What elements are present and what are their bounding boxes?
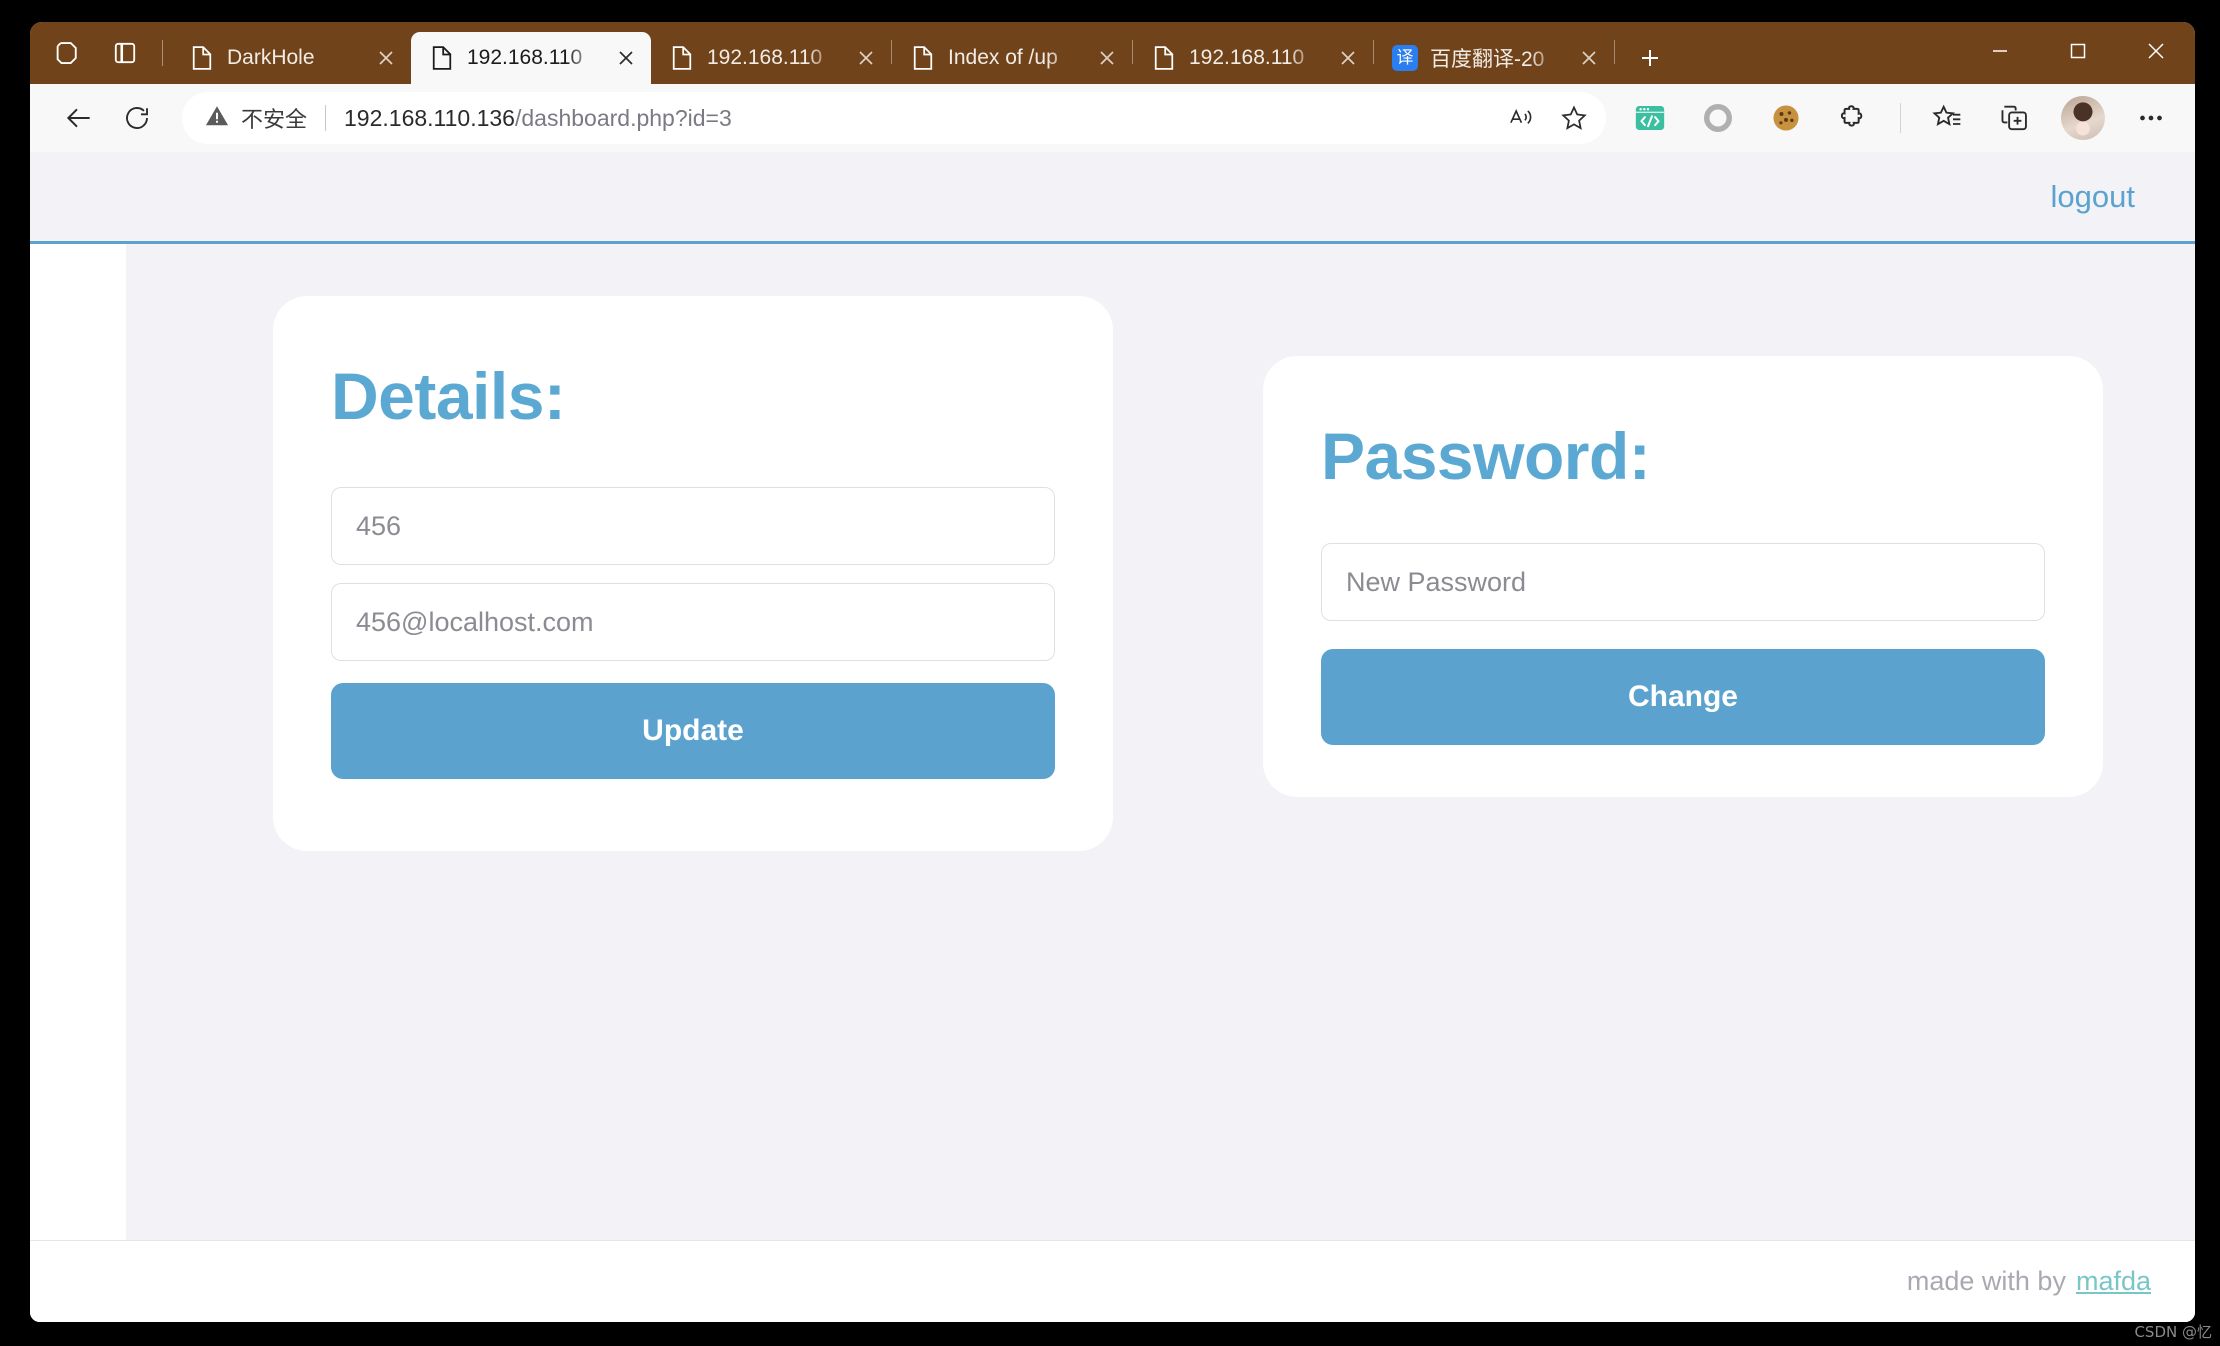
new-tab-button[interactable]: [1627, 36, 1673, 80]
close-icon[interactable]: [371, 43, 401, 73]
star-outline-icon[interactable]: [1548, 92, 1600, 144]
tab-title: 百度翻译-20: [1430, 48, 1545, 71]
page-icon: [910, 44, 936, 72]
page-viewport: logout Details: 456 456@localhost.com Up…: [30, 152, 2195, 1322]
security-chip[interactable]: 不安全: [204, 102, 307, 134]
email-input[interactable]: 456@localhost.com: [331, 583, 1055, 662]
page-icon: [669, 44, 695, 72]
close-icon[interactable]: [611, 43, 641, 73]
tab-list-icon[interactable]: [96, 24, 154, 82]
url-text[interactable]: 192.168.110.136/dashboard.php?id=3: [344, 105, 1496, 132]
circle-extension-icon[interactable]: [1692, 92, 1744, 144]
password-card: Password: New Password Change: [1263, 356, 2103, 798]
url-path: /dashboard.php?id=3: [514, 104, 732, 131]
tab-strip: DarkHole 192.168.110 192.168.110 Index o…: [30, 22, 2195, 84]
url-host: 192.168.110.136: [344, 104, 515, 131]
back-arrow-icon[interactable]: [52, 91, 106, 145]
page-content: logout Details: 456 456@localhost.com Up…: [30, 152, 2195, 1322]
close-icon[interactable]: [1574, 43, 1604, 73]
browser-tab[interactable]: Index of /up: [892, 32, 1132, 84]
password-title: Password:: [1321, 419, 1651, 493]
browser-tab[interactable]: 192.168.110: [1133, 32, 1373, 84]
address-bar[interactable]: 不安全 192.168.110.136/dashboard.php?id=3: [182, 92, 1606, 144]
more-options-icon[interactable]: [2125, 92, 2177, 144]
puzzle-extensions-icon[interactable]: [1828, 92, 1880, 144]
browser-tab[interactable]: 192.168.110: [651, 32, 891, 84]
update-button[interactable]: Update: [331, 683, 1055, 780]
page-icon: [429, 44, 455, 72]
close-icon[interactable]: [2117, 22, 2195, 80]
logout-link[interactable]: logout: [2051, 179, 2135, 215]
tab-title: 192.168.110: [707, 46, 823, 69]
browser-tab[interactable]: DarkHole: [171, 32, 411, 84]
cookie-extension-icon[interactable]: [1760, 92, 1812, 144]
toolbar-divider: [1900, 103, 1901, 133]
read-aloud-icon[interactable]: [1496, 92, 1548, 144]
minimize-icon[interactable]: [1961, 22, 2039, 80]
tab-title: 192.168.110: [467, 46, 583, 69]
browser-tab[interactable]: 译 百度翻译-20: [1374, 32, 1614, 84]
tab-strip-divider: [162, 40, 163, 66]
browser-tab-active[interactable]: 192.168.110: [411, 32, 651, 84]
window-controls: [1961, 22, 2195, 80]
tab-title: 192.168.110: [1189, 46, 1305, 69]
close-icon[interactable]: [1092, 43, 1122, 73]
profile-avatar[interactable]: [2061, 96, 2105, 140]
site-footer: made with by mafda: [30, 1240, 2195, 1322]
favorites-list-icon[interactable]: [1921, 92, 1973, 144]
add-to-collections-icon[interactable]: [1989, 92, 2041, 144]
details-title: Details:: [331, 359, 566, 433]
page-icon: [1151, 44, 1177, 72]
browser-toolbar: 不安全 192.168.110.136/dashboard.php?id=3: [30, 84, 2195, 152]
details-card: Details: 456 456@localhost.com Update: [273, 296, 1113, 852]
tab-divider: [1614, 40, 1615, 64]
maximize-icon[interactable]: [2039, 22, 2117, 80]
site-header: logout: [30, 152, 2195, 244]
security-label: 不安全: [241, 107, 308, 132]
workspaces-icon[interactable]: [38, 24, 96, 82]
warning-triangle-icon: [204, 103, 230, 134]
close-icon[interactable]: [851, 43, 881, 73]
tab-title: Index of /up: [948, 46, 1058, 69]
tab-title: DarkHole: [227, 46, 315, 69]
footer-text: made with by: [1906, 1266, 2066, 1296]
footer-author-link[interactable]: mafda: [2076, 1266, 2151, 1297]
translate-badge-icon: 译: [1392, 44, 1418, 72]
code-extension-icon[interactable]: [1624, 92, 1676, 144]
csdn-watermark: CSDN @忆: [2134, 1323, 2212, 1341]
username-input[interactable]: 456: [331, 487, 1055, 566]
change-button[interactable]: Change: [1321, 649, 2045, 746]
browser-window: DarkHole 192.168.110 192.168.110 Index o…: [30, 22, 2195, 1322]
panels-row: Details: 456 456@localhost.com Update Pa…: [126, 244, 2195, 852]
new-password-input[interactable]: New Password: [1321, 543, 2045, 622]
reload-icon[interactable]: [110, 91, 164, 145]
translate-badge-label: 译: [1392, 45, 1418, 71]
close-icon[interactable]: [1333, 43, 1363, 73]
page-icon: [189, 44, 215, 72]
address-divider: [325, 105, 327, 131]
